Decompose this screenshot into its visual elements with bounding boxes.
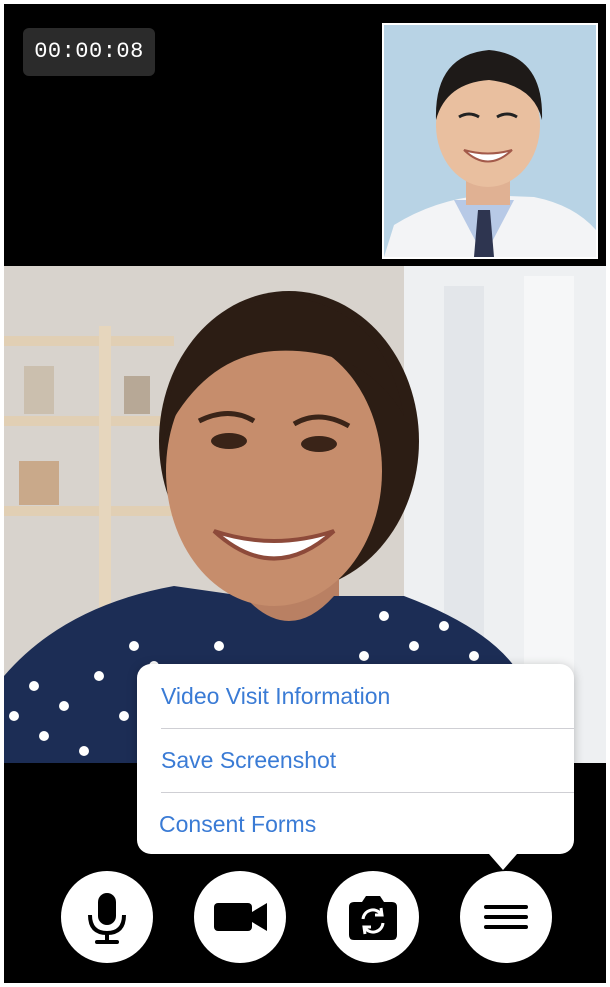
video-camera-icon: [214, 903, 267, 931]
menu-icon: [484, 905, 528, 929]
more-options-button[interactable]: [460, 871, 552, 963]
video-call-screen: 00:00:08 Video Visit Information Save Sc…: [4, 4, 606, 983]
mute-microphone-button[interactable]: [61, 871, 153, 963]
microphone-icon: [88, 893, 126, 944]
toggle-video-button[interactable]: [194, 871, 286, 963]
switch-camera-button[interactable]: [327, 871, 419, 963]
switch-camera-icon: [349, 896, 397, 940]
local-participant-image: [384, 25, 596, 257]
call-timer: 00:00:08: [23, 28, 155, 76]
video-visit-information-menu-item[interactable]: Video Visit Information: [161, 664, 575, 728]
options-menu: Video Visit Information Save Screenshot …: [137, 664, 575, 870]
consent-forms-menu-item[interactable]: Consent Forms: [159, 792, 573, 856]
save-screenshot-menu-item[interactable]: Save Screenshot: [161, 728, 575, 792]
self-view-video[interactable]: [382, 23, 598, 259]
